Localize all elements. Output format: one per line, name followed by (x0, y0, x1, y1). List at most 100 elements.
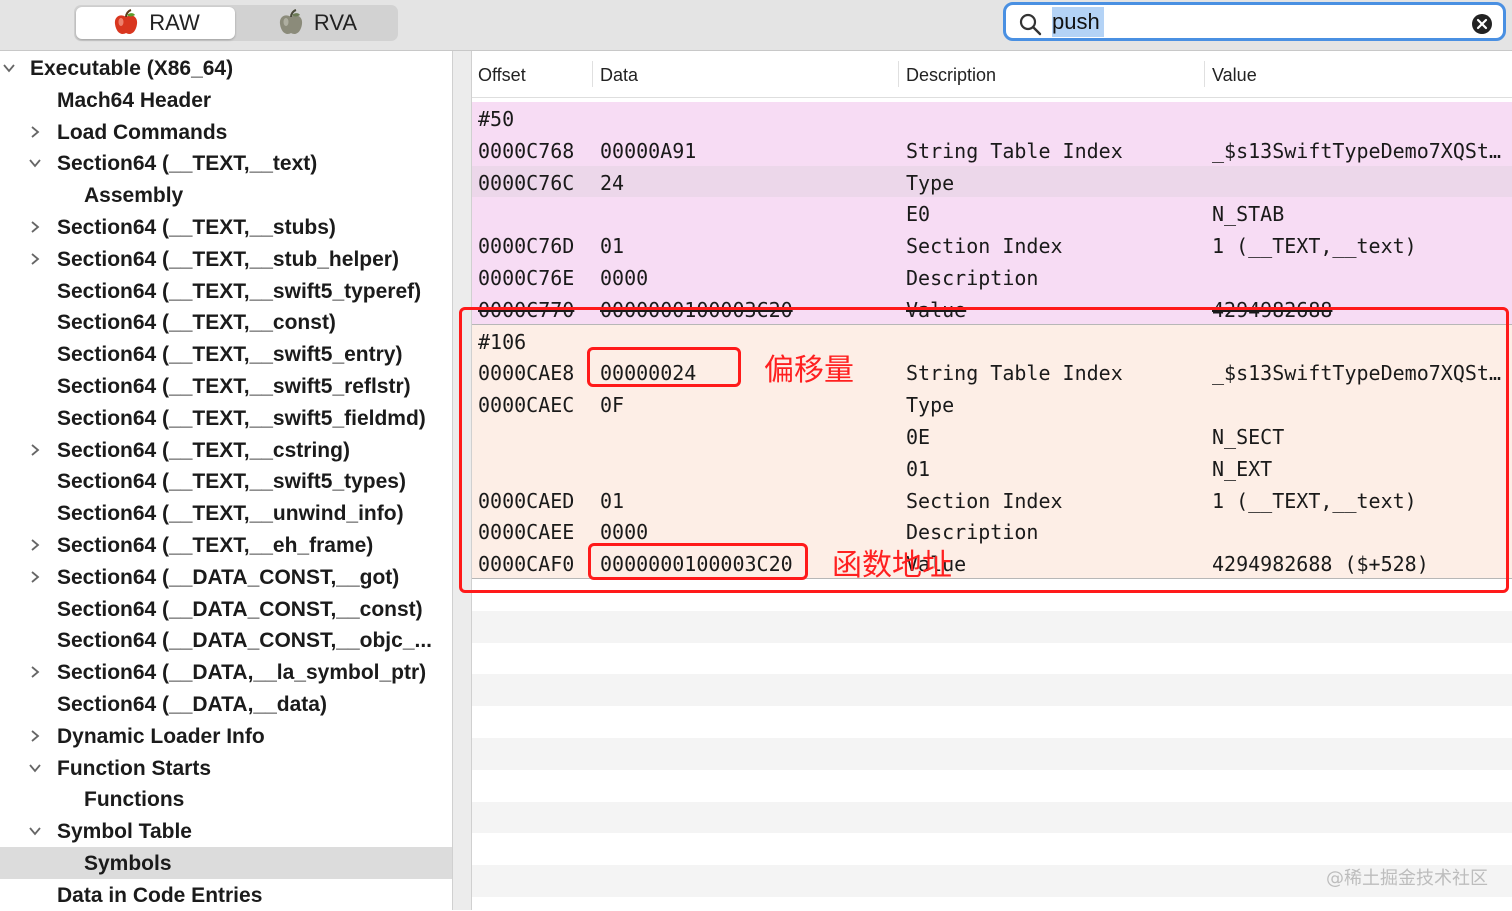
chevron-right-icon[interactable] (28, 665, 42, 679)
chevron-down-icon[interactable] (28, 824, 42, 838)
empty-row (472, 738, 1512, 770)
sidebar-item-label: Section64 (__TEXT,__unwind_info) (57, 502, 404, 526)
sidebar-item[interactable]: Section64 (__TEXT,__swift5_fieldmd) (0, 402, 452, 434)
chevron-right-icon[interactable] (28, 729, 42, 743)
data-cell: 0F (600, 393, 625, 418)
sidebar-item[interactable]: Function Starts (0, 752, 452, 784)
sidebar-item-label: Section64 (__TEXT,__swift5_reflstr) (57, 375, 411, 398)
chevron-right-icon[interactable] (28, 252, 42, 266)
sidebar-item[interactable]: Section64 (__TEXT,__stub_helper) (0, 243, 452, 275)
sidebar-item[interactable]: Functions (0, 783, 452, 815)
sidebar-item-label: Section64 (__TEXT,__swift5_fieldmd) (57, 406, 426, 430)
sidebar-item-label: Load Commands (57, 120, 228, 144)
sidebar-item[interactable]: Symbols (0, 847, 452, 879)
description-cell: Type (906, 170, 955, 195)
empty-row (472, 642, 1512, 675)
sidebar-item-label: Mach64 Header (57, 88, 212, 112)
sidebar-item[interactable]: Section64 (__DATA_CONST,__objc_... (0, 624, 452, 656)
offset-cell: #50 (478, 107, 515, 131)
value-cell: 1 (__TEXT,__text) (1212, 488, 1417, 513)
value-cell: 4294982688 (1212, 297, 1333, 322)
data-cell: 00000A91 (600, 138, 697, 163)
sidebar-item[interactable]: Dynamic Loader Info (0, 720, 452, 752)
sidebar-item[interactable]: Section64 (__TEXT,__swift5_entry) (0, 338, 452, 370)
chevron-down-icon[interactable] (2, 61, 16, 75)
description-cell: Type (906, 393, 955, 418)
split-view-divider[interactable] (452, 51, 472, 910)
sidebar-item[interactable]: Section64 (__TEXT,__stubs) (0, 211, 452, 243)
sidebar-item[interactable]: Section64 (__TEXT,__swift5_types) (0, 465, 452, 497)
table-row[interactable]: 0000C76E 0000 Description (472, 261, 1512, 293)
chevron-right-icon[interactable] (28, 220, 42, 234)
raw-segment-button[interactable]: RAW (76, 7, 235, 39)
sidebar-item[interactable]: Data in Code Entries (0, 879, 452, 911)
sidebar-item[interactable]: Section64 (__TEXT,__const) (0, 306, 452, 338)
table-row[interactable]: 0000CAED 01 Section Index 1 (__TEXT,__text) (472, 483, 1512, 516)
table-row[interactable]: #50 (472, 102, 1512, 134)
sidebar-item-label: Data in Code Entries (57, 883, 263, 907)
sidebar-item[interactable]: Section64 (__TEXT,__cstring) (0, 434, 452, 466)
sidebar-item[interactable]: Section64 (__TEXT,__unwind_info) (0, 497, 452, 529)
chevron-down-icon[interactable] (28, 156, 42, 170)
chevron-right-icon[interactable] (28, 443, 42, 457)
chevron-right-icon[interactable] (28, 570, 42, 584)
sidebar-item[interactable]: Section64 (__DATA,__data) (0, 688, 452, 720)
offset-cell: 0000C770 (478, 297, 575, 322)
column-header-offset[interactable]: Offset (478, 65, 526, 86)
table-row[interactable]: 0000CAE8 00000024 String Table Index _$s13S… (472, 356, 1512, 389)
sidebar-item[interactable]: Section64 (__DATA_CONST,__got) (0, 561, 452, 593)
table-row[interactable]: 0E N_SECT (472, 420, 1512, 452)
search-input[interactable] (1052, 7, 1104, 37)
description-cell: String Table Index (906, 138, 1123, 163)
offset-cell: 0000CAE8 (478, 361, 575, 386)
column-header-data[interactable]: Data (600, 65, 638, 86)
table-row[interactable]: E0 N_STAB (472, 197, 1512, 230)
column-header-value[interactable]: Value (1212, 65, 1257, 86)
description-cell: Description (906, 266, 1039, 290)
value-cell: 1 (__TEXT,__text) (1212, 234, 1417, 259)
table-row[interactable]: 01 N_EXT (472, 451, 1512, 484)
clear-search-icon[interactable] (1471, 13, 1493, 35)
sidebar-item[interactable]: Executable (X86_64) (0, 52, 452, 84)
chevron-right-icon[interactable] (28, 538, 42, 552)
sidebar-item[interactable]: Section64 (__TEXT,__swift5_reflstr) (0, 370, 452, 402)
table-row[interactable]: 0000CAF0 0000000100003C20 Value 4294982688 … (472, 547, 1512, 580)
sidebar-item[interactable]: Section64 (__DATA_CONST,__const) (0, 593, 452, 625)
sidebar-item[interactable]: Section64 (__TEXT,__swift5_typeref) (0, 275, 452, 307)
sidebar-item[interactable]: Section64 (__DATA,__la_symbol_ptr) (0, 656, 452, 688)
sidebar-item[interactable]: Mach64 Header (0, 84, 452, 116)
column-header-description[interactable]: Description (906, 65, 996, 86)
description-cell: E0 (906, 202, 931, 227)
table-row[interactable]: 0000C76C 24 Type (472, 165, 1512, 198)
offset-cell: 0000CAEC (478, 393, 575, 418)
table-row[interactable]: 0000CAEE 0000 Description (472, 515, 1512, 548)
rva-segment-label: RVA (313, 10, 358, 35)
offset-cell: 0000C76C (478, 170, 575, 195)
chevron-right-icon[interactable] (28, 125, 42, 139)
rva-segment-button[interactable]: RVA (237, 7, 396, 39)
value-cell: 4294982688 ($+528) (1212, 552, 1429, 577)
description-cell: Section Index (906, 234, 1063, 259)
table-row[interactable]: 0000C768 00000A91 String Table Index _$s13S… (472, 133, 1512, 166)
sidebar-item-label: Section64 (__TEXT,__swift5_types) (57, 470, 406, 494)
table-row[interactable]: 0000CAEC 0F Type (472, 388, 1512, 421)
description-cell: 01 (906, 456, 931, 481)
description-cell: String Table Index (906, 361, 1123, 386)
table-row[interactable]: 0000C770 0000000100003C20 Value 4294982688 (472, 292, 1512, 325)
table-row[interactable]: #106 (472, 324, 1512, 357)
sidebar-item[interactable]: Symbol Table (0, 815, 452, 847)
sidebar-item-label: Section64 (__TEXT,__swift5_entry) (57, 343, 403, 367)
empty-row (472, 706, 1512, 739)
search-icon (1019, 13, 1042, 36)
sidebar-item[interactable]: Load Commands (0, 116, 452, 148)
sidebar-item-label: Assembly (84, 184, 184, 208)
sidebar-item[interactable]: Assembly (0, 179, 452, 211)
value-cell: N_STAB (1212, 202, 1285, 227)
search-field[interactable] (1003, 2, 1506, 41)
sidebar-item-label: Section64 (__DATA_CONST,__objc_... (57, 629, 432, 653)
empty-row (472, 801, 1512, 834)
sidebar-item[interactable]: Section64 (__TEXT,__eh_frame) (0, 529, 452, 561)
sidebar-item[interactable]: Section64 (__TEXT,__text) (0, 147, 452, 179)
chevron-down-icon[interactable] (28, 761, 42, 775)
table-row[interactable]: 0000C76D 01 Section Index 1 (__TEXT,__text) (472, 229, 1512, 262)
